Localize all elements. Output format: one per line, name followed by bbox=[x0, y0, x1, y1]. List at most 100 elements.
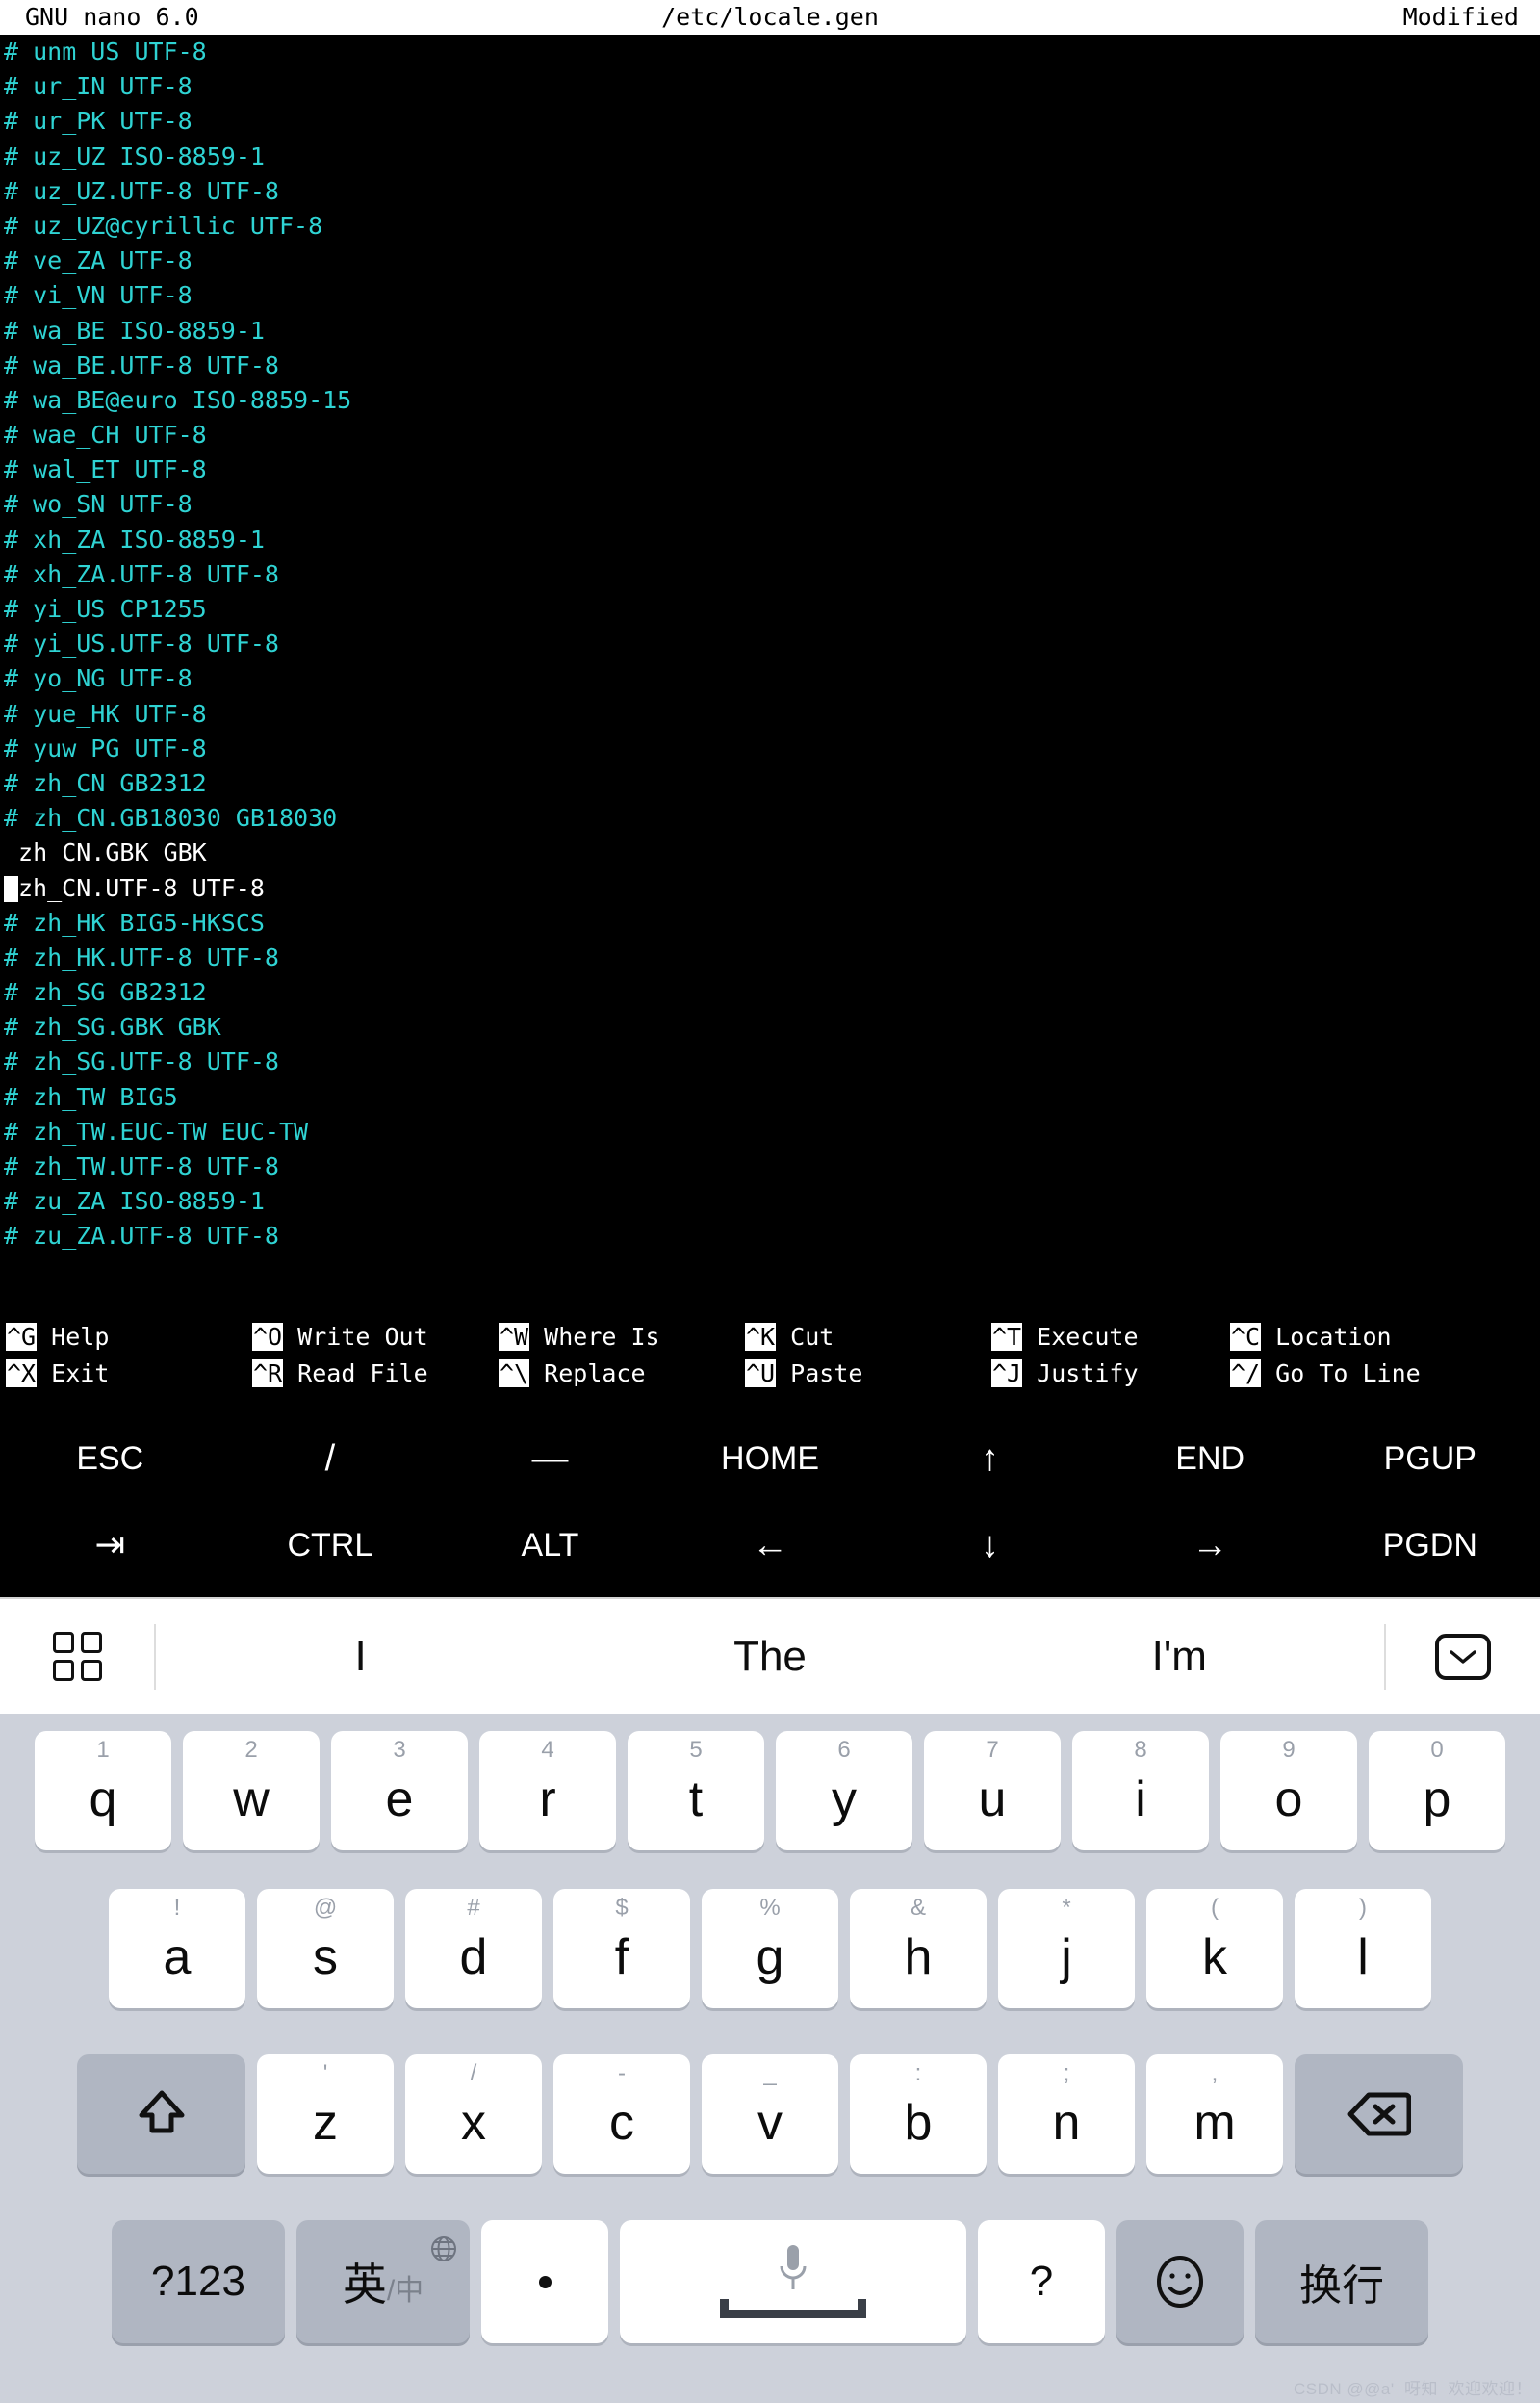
keyboard-row-2: ! a @ s # d $ f% g & h * j(k) l bbox=[0, 1875, 1540, 2041]
shortcut-item[interactable]: ^/ Go To Line bbox=[1230, 1356, 1421, 1392]
key-alt-label: 8 bbox=[1134, 1737, 1147, 1763]
function-key-[interactable]: → bbox=[1100, 1527, 1321, 1563]
key-main-label: a bbox=[163, 1929, 192, 1985]
key-n[interactable]: ; n bbox=[998, 2054, 1135, 2174]
shortcut-item[interactable]: ^U Paste bbox=[745, 1356, 862, 1392]
function-key-pgdn[interactable]: PGDN bbox=[1320, 1529, 1540, 1562]
function-key-[interactable]: ↓ bbox=[880, 1527, 1100, 1563]
symbols-key[interactable]: ?123 bbox=[112, 2220, 285, 2343]
shortcut-item[interactable]: ^W Where Is bbox=[499, 1319, 660, 1356]
suggestion-word[interactable]: I bbox=[156, 1633, 565, 1681]
suggestion-word[interactable]: The bbox=[565, 1633, 974, 1681]
function-key-[interactable]: ⇥ bbox=[0, 1527, 220, 1563]
key-main-label: s bbox=[313, 1929, 338, 1985]
function-key-pgup[interactable]: PGUP bbox=[1320, 1442, 1540, 1475]
editor-line: # yo_NG UTF-8 bbox=[4, 664, 192, 693]
shortcut-column: ^O Write Out ^R Read File bbox=[252, 1319, 428, 1392]
backspace-key[interactable] bbox=[1295, 2054, 1463, 2174]
key-k[interactable]: (k bbox=[1146, 1889, 1283, 2008]
function-key-[interactable]: ↑ bbox=[880, 1440, 1100, 1477]
suggestion-bar: I The I'm bbox=[0, 1597, 1540, 1714]
editor-text-area[interactable]: # unm_US UTF-8 # ur_IN UTF-8 # ur_PK UTF-8… bbox=[0, 35, 1540, 1286]
shortcut-key: ^/ bbox=[1230, 1359, 1262, 1387]
language-switch-key[interactable]: 英 /中 bbox=[296, 2220, 470, 2343]
status-badge: Modified bbox=[1402, 3, 1519, 31]
suggestion-word[interactable]: I'm bbox=[975, 1633, 1384, 1681]
key-h[interactable]: & h bbox=[850, 1889, 987, 2008]
key-i[interactable]: 8i bbox=[1072, 1731, 1209, 1850]
shortcut-item[interactable]: ^\ Replace bbox=[499, 1356, 660, 1392]
key-m[interactable]: ,m bbox=[1146, 2054, 1283, 2174]
shortcut-item[interactable]: ^T Execute bbox=[991, 1319, 1139, 1356]
language-primary: 英 bbox=[342, 2260, 387, 2310]
key-e[interactable]: 3e bbox=[331, 1731, 468, 1850]
key-v[interactable]: _ v bbox=[702, 2054, 838, 2174]
shortcut-item[interactable]: ^X Exit bbox=[6, 1356, 109, 1392]
key-u[interactable]: 7u bbox=[924, 1731, 1061, 1850]
key-q[interactable]: 1q bbox=[35, 1731, 171, 1850]
key-d[interactable]: # d bbox=[405, 1889, 542, 2008]
language-secondary: /中 bbox=[386, 2275, 424, 2307]
collapse-keyboard-button[interactable] bbox=[1386, 1633, 1540, 1680]
key-alt-label: ) bbox=[1359, 1895, 1367, 1921]
key-t[interactable]: 5t bbox=[628, 1731, 764, 1850]
shortcut-item[interactable]: ^K Cut bbox=[745, 1319, 862, 1356]
key-r[interactable]: 4r bbox=[479, 1731, 616, 1850]
key-y[interactable]: 6y bbox=[776, 1731, 912, 1850]
key-z[interactable]: ' z bbox=[257, 2054, 394, 2174]
emoji-icon bbox=[1157, 2256, 1203, 2308]
shortcut-item[interactable]: ^O Write Out bbox=[252, 1319, 428, 1356]
globe-icon bbox=[429, 2226, 458, 2274]
key-l[interactable]: ) l bbox=[1295, 1889, 1431, 2008]
key-a[interactable]: ! a bbox=[109, 1889, 245, 2008]
question-mark-key[interactable]: ? bbox=[978, 2220, 1105, 2343]
keyboard-row-4: ?123 英 /中 ? 换行 bbox=[0, 2207, 1540, 2380]
shortcut-column: ^T Execute ^J Justify bbox=[991, 1319, 1139, 1392]
shift-key[interactable] bbox=[77, 2054, 245, 2174]
key-alt-label: 3 bbox=[393, 1737, 406, 1763]
function-key-[interactable]: ← bbox=[660, 1527, 881, 1563]
editor-line: # zu_ZA ISO-8859-1 bbox=[4, 1187, 265, 1216]
shortcut-item[interactable]: ^J Justify bbox=[991, 1356, 1139, 1392]
shortcut-label: Help bbox=[37, 1323, 110, 1351]
shortcut-key: ^W bbox=[499, 1323, 530, 1351]
function-key-esc[interactable]: ESC bbox=[0, 1442, 220, 1475]
microphone-icon[interactable] bbox=[777, 2243, 809, 2300]
key-alt-label: $ bbox=[615, 1895, 629, 1921]
key-j[interactable]: * j bbox=[998, 1889, 1135, 2008]
key-w[interactable]: 2w bbox=[183, 1731, 320, 1850]
key-g[interactable]: % g bbox=[702, 1889, 838, 2008]
editor-line: # zh_TW BIG5 bbox=[4, 1082, 178, 1111]
shortcut-item[interactable]: ^R Read File bbox=[252, 1356, 428, 1392]
period-key[interactable] bbox=[481, 2220, 608, 2343]
shortcut-column: ^G Help ^X Exit bbox=[6, 1319, 109, 1392]
emoji-key[interactable] bbox=[1116, 2220, 1244, 2343]
function-key-[interactable]: / bbox=[220, 1440, 441, 1477]
key-f[interactable]: $ f bbox=[553, 1889, 690, 2008]
shortcut-column: ^C Location ^/ Go To Line bbox=[1230, 1319, 1421, 1392]
shortcut-item[interactable]: ^G Help bbox=[6, 1319, 109, 1356]
key-main-label: z bbox=[313, 2095, 338, 2151]
shift-icon bbox=[139, 2090, 184, 2133]
grid-icon[interactable] bbox=[0, 1632, 154, 1681]
editor-line: # yi_US.UTF-8 UTF-8 bbox=[4, 630, 279, 659]
shortcut-item[interactable]: ^C Location bbox=[1230, 1319, 1421, 1356]
key-s[interactable]: @ s bbox=[257, 1889, 394, 2008]
function-key-home[interactable]: HOME bbox=[660, 1442, 881, 1475]
function-key-ctrl[interactable]: CTRL bbox=[220, 1529, 441, 1562]
key-p[interactable]: 0p bbox=[1369, 1731, 1505, 1850]
key-x[interactable]: / x bbox=[405, 2054, 542, 2174]
key-main-label: j bbox=[1061, 1929, 1072, 1985]
editor-line: # wal_ET UTF-8 bbox=[4, 455, 207, 484]
function-key-end[interactable]: END bbox=[1100, 1442, 1321, 1475]
space-key[interactable] bbox=[620, 2220, 966, 2343]
key-alt-label: : bbox=[914, 2060, 922, 2086]
key-b[interactable]: :b bbox=[850, 2054, 987, 2174]
key-o[interactable]: 9o bbox=[1220, 1731, 1357, 1850]
function-key-[interactable]: — bbox=[440, 1440, 660, 1477]
key-main-label: k bbox=[1202, 1929, 1227, 1985]
editor-line: # ur_PK UTF-8 bbox=[4, 107, 192, 136]
key-c[interactable]: -c bbox=[553, 2054, 690, 2174]
enter-key[interactable]: 换行 bbox=[1255, 2220, 1428, 2343]
function-key-alt[interactable]: ALT bbox=[440, 1529, 660, 1562]
